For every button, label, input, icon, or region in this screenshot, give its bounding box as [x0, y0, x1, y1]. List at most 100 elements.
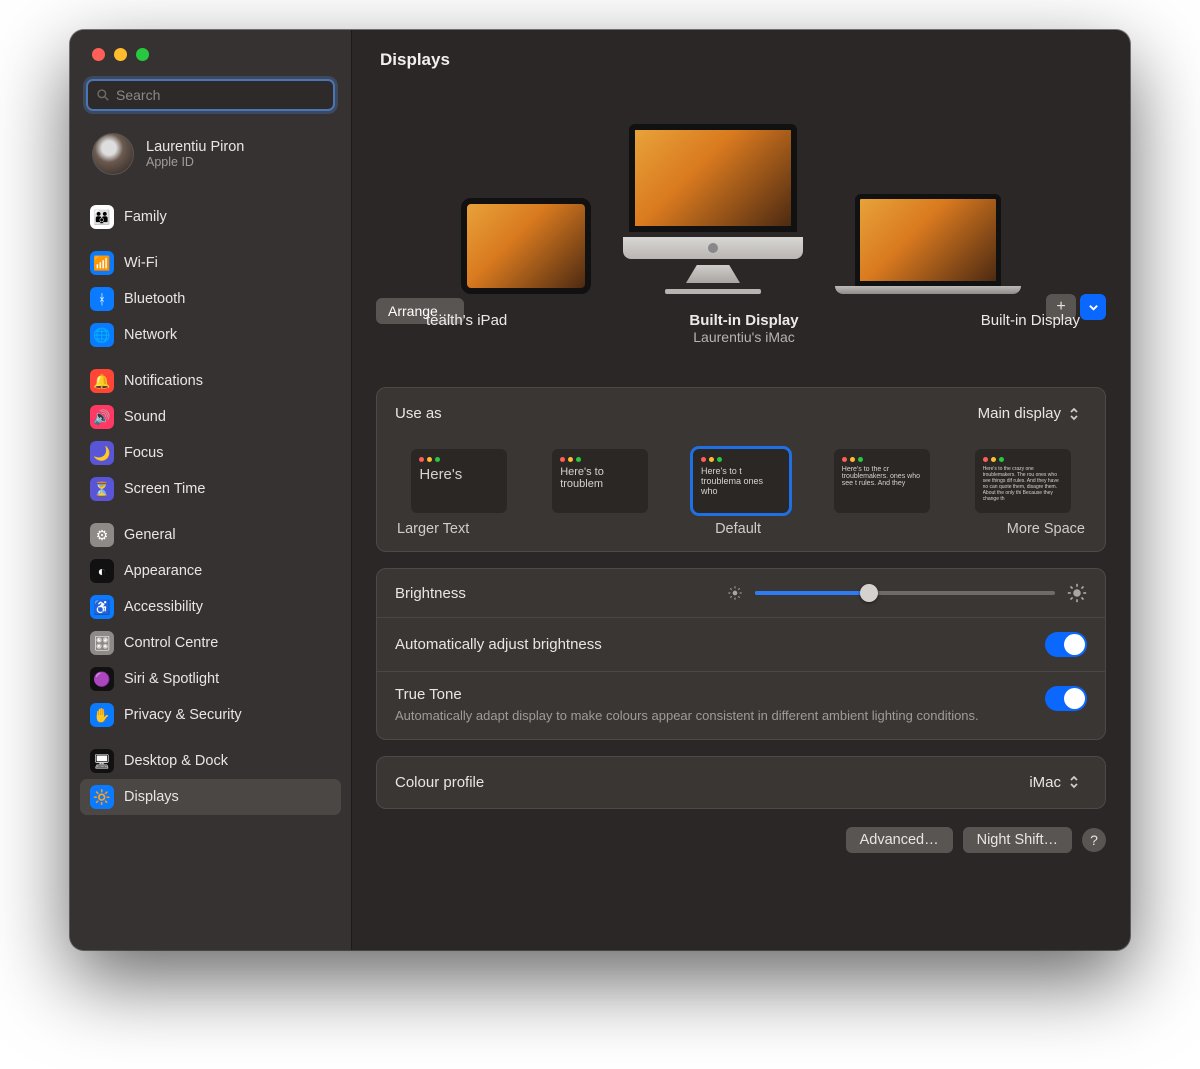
sidebar-item-label: Appearance	[124, 563, 202, 579]
display-label-0: tealth's iPad	[426, 312, 507, 345]
sidebar-icon: 🔊	[90, 405, 114, 429]
close-button[interactable]	[92, 48, 105, 61]
minimize-button[interactable]	[114, 48, 127, 61]
search-icon	[96, 88, 110, 102]
imac-stand	[686, 265, 740, 283]
use-as-label: Use as	[395, 405, 442, 422]
more-space-label: More Space	[1007, 521, 1085, 537]
main-pane: Displays Arrange	[352, 30, 1130, 950]
sidebar-item-network[interactable]: 🌐 Network	[80, 317, 341, 353]
display-imac[interactable]	[623, 124, 803, 294]
sidebar-item-label: Bluetooth	[124, 291, 185, 307]
sidebar-item-screen-time[interactable]: ⏳ Screen Time	[80, 471, 341, 507]
sidebar-item-privacy-security[interactable]: ✋ Privacy & Security	[80, 697, 341, 733]
sidebar-icon: ⏳	[90, 477, 114, 501]
brightness-panel: Brightness Automatically adjust brightne…	[376, 568, 1106, 740]
sidebar-item-displays[interactable]: 🔆Displays	[80, 779, 341, 815]
sidebar-icon: 🌐	[90, 323, 114, 347]
sidebar-icon: 👪	[90, 205, 114, 229]
sidebar-icon: ✋	[90, 703, 114, 727]
display-macbook[interactable]	[835, 194, 1021, 294]
auto-brightness-label: Automatically adjust brightness	[395, 636, 602, 653]
window-controls	[70, 46, 351, 79]
resolution-thumb: Here's	[411, 449, 507, 513]
resolution-thumb: Here's to troublem	[552, 449, 648, 513]
sidebar-icon: 🔔	[90, 369, 114, 393]
sidebar-item-siri-spotlight[interactable]: 🟣Siri & Spotlight	[80, 661, 341, 697]
truetone-toggle[interactable]	[1045, 686, 1087, 711]
zoom-button[interactable]	[136, 48, 149, 61]
sidebar-item-label: Network	[124, 327, 177, 343]
sidebar-item-focus[interactable]: 🌙Focus	[80, 435, 341, 471]
colour-profile-value: iMac	[1029, 774, 1061, 791]
auto-brightness-toggle[interactable]	[1045, 632, 1087, 657]
resolution-option-4[interactable]: Here's to the crazy one troublemakers. T…	[958, 449, 1087, 513]
page-title: Displays	[352, 30, 1130, 90]
sidebar-item-desktop-dock[interactable]: 🖥Desktop & Dock	[80, 743, 341, 779]
brightness-label: Brightness	[395, 585, 466, 602]
search-field[interactable]	[86, 79, 335, 111]
avatar	[92, 133, 134, 175]
settings-window: Laurentiu Piron Apple ID 👪Family📶Wi-FiᚼB…	[70, 30, 1130, 950]
search-input[interactable]	[116, 87, 325, 103]
sidebar-icon: ♿	[90, 595, 114, 619]
account-row[interactable]: Laurentiu Piron Apple ID	[70, 127, 351, 189]
resolution-option-2[interactable]: Here's to t troublema ones who	[677, 449, 806, 513]
sidebar-item-label: Screen Time	[124, 481, 205, 497]
sidebar-item-appearance[interactable]: ◐ Appearance	[80, 553, 341, 589]
use-as-popup[interactable]: Main display	[968, 402, 1087, 425]
night-shift-button[interactable]: Night Shift…	[963, 827, 1072, 853]
resolution-option-3[interactable]: Here's to the cr troublemakers. ones who…	[817, 449, 946, 513]
sidebar-item-label: Privacy & Security	[124, 707, 242, 723]
resolution-option-1[interactable]: Here's to troublem	[536, 449, 665, 513]
display-ipad[interactable]	[461, 198, 591, 294]
sidebar-item-label: Family	[124, 209, 167, 225]
sidebar-item-wi-fi[interactable]: 📶 Wi-Fi	[80, 245, 341, 281]
larger-text-label: Larger Text	[397, 521, 469, 537]
sidebar-item-control-centre[interactable]: 🎛Control Centre	[80, 625, 341, 661]
display-labels: tealth's iPad Built-in Display Laurentiu…	[376, 300, 1106, 387]
sidebar-item-label: General	[124, 527, 176, 543]
sidebar-icon: 📶	[90, 251, 114, 275]
brightness-slider[interactable]	[727, 583, 1087, 603]
sidebar-item-notifications[interactable]: 🔔 Notifications	[80, 363, 341, 399]
imac-chin	[623, 237, 803, 259]
sidebar-icon: ◐	[90, 559, 114, 583]
nav-list: 👪 Family 📶 Wi-Fi ᚼ Bluetooth 🌐 Network 🔔 Notifica…	[70, 189, 351, 825]
help-button[interactable]: ?	[1082, 828, 1106, 852]
brightness-track[interactable]	[755, 591, 1055, 595]
resolution-thumb: Here's to the crazy one troublemakers. T…	[975, 449, 1071, 513]
truetone-label: True Tone	[395, 686, 1045, 703]
display-label-1: Built-in Display Laurentiu's iMac	[689, 312, 798, 345]
account-name: Laurentiu Piron	[146, 139, 244, 156]
resolution-legend: Larger Text Default More Space	[377, 521, 1105, 551]
resolution-row: Here's Here's to troublem Here's to t trou…	[377, 439, 1105, 521]
brightness-knob[interactable]	[860, 584, 878, 602]
resolution-thumb: Here's to t troublema ones who	[693, 449, 789, 513]
sidebar-item-family[interactable]: 👪 Family	[80, 199, 341, 235]
updown-icon	[1067, 774, 1081, 790]
macbook-screen	[855, 194, 1001, 286]
sidebar-item-label: Notifications	[124, 373, 203, 389]
resolution-option-0[interactable]: Here's	[395, 449, 524, 513]
ipad-screen	[461, 198, 591, 294]
colour-profile-label: Colour profile	[395, 774, 484, 791]
colour-profile-popup[interactable]: iMac	[1019, 771, 1087, 794]
imac-foot	[665, 289, 761, 294]
display-label-2: Built-in Display	[981, 312, 1080, 345]
macbook-base	[835, 286, 1021, 294]
sun-small-icon	[727, 585, 743, 601]
sidebar-item-sound[interactable]: 🔊Sound	[80, 399, 341, 435]
displays-strip: Arrange… +	[376, 94, 1106, 300]
sidebar-item-label: Wi-Fi	[124, 255, 158, 271]
use-as-value: Main display	[978, 405, 1061, 422]
advanced-button[interactable]: Advanced…	[846, 827, 953, 853]
sidebar-icon: 🔆	[90, 785, 114, 809]
sidebar-icon: ⚙	[90, 523, 114, 547]
sidebar-icon: ᚼ	[90, 287, 114, 311]
sidebar-item-bluetooth[interactable]: ᚼ Bluetooth	[80, 281, 341, 317]
imac-screen	[629, 124, 797, 232]
sidebar-item-accessibility[interactable]: ♿ Accessibility	[80, 589, 341, 625]
sidebar-item-label: Accessibility	[124, 599, 203, 615]
sidebar-item-general[interactable]: ⚙ General	[80, 517, 341, 553]
